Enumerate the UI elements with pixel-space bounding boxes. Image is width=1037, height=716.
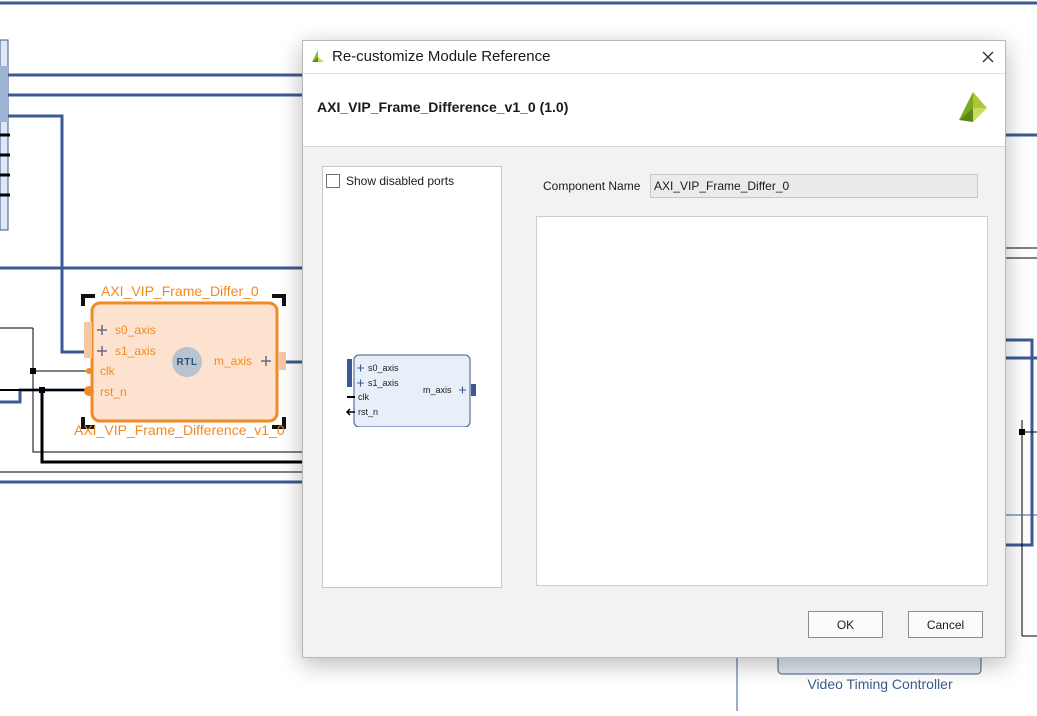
block-port-m-axis[interactable]: m_axis: [214, 354, 252, 368]
block-port-s1[interactable]: s1_axis: [115, 344, 156, 358]
symbol-port-rst: rst_n: [358, 407, 378, 417]
show-disabled-ports-checkbox[interactable]: Show disabled ports: [326, 174, 454, 188]
module-title: AXI_VIP_Frame_Difference_v1_0 (1.0): [317, 99, 569, 115]
block-module-name: AXI_VIP_Frame_Difference_v1_0: [74, 422, 285, 438]
xilinx-logo-icon: [312, 50, 324, 62]
symbol-port-s0: s0_axis: [368, 363, 399, 373]
ip-symbol: s0_axis s1_axis clk rst_n m_axis: [345, 354, 476, 427]
close-icon: [982, 51, 994, 63]
checkbox-box[interactable]: [326, 174, 340, 188]
dialog-titlebar[interactable]: Re-customize Module Reference: [303, 41, 1005, 74]
dialog-title: Re-customize Module Reference: [332, 48, 551, 65]
ok-button[interactable]: OK: [808, 611, 883, 638]
vivado-logo-icon: [959, 92, 987, 122]
block-port-rst[interactable]: rst_n: [100, 385, 127, 399]
recustomize-dialog: Re-customize Module Reference AXI_VIP_Fr…: [302, 40, 1006, 658]
symbol-port-clk: clk: [358, 392, 369, 402]
close-button[interactable]: [975, 44, 1001, 70]
block-port-clk[interactable]: clk: [100, 364, 115, 378]
block-port-s0[interactable]: s0_axis: [115, 323, 156, 337]
symbol-panel: Show disabled ports s0_axis s1_axis clk …: [322, 166, 502, 588]
cancel-button[interactable]: Cancel: [908, 611, 983, 638]
show-disabled-ports-label: Show disabled ports: [346, 174, 455, 188]
symbol-port-m-axis: m_axis: [423, 385, 452, 395]
video-timing-controller-label[interactable]: Video Timing Controller: [780, 676, 980, 692]
component-name-input[interactable]: [650, 174, 978, 198]
block-instance-name[interactable]: AXI_VIP_Frame_Differ_0: [101, 283, 259, 299]
configuration-panel: [536, 216, 988, 586]
dialog-header: AXI_VIP_Frame_Difference_v1_0 (1.0): [303, 74, 1005, 147]
symbol-port-s1: s1_axis: [368, 378, 399, 388]
component-name-label: Component Name: [543, 179, 641, 193]
rtl-badge-icon: RTL: [172, 347, 202, 377]
